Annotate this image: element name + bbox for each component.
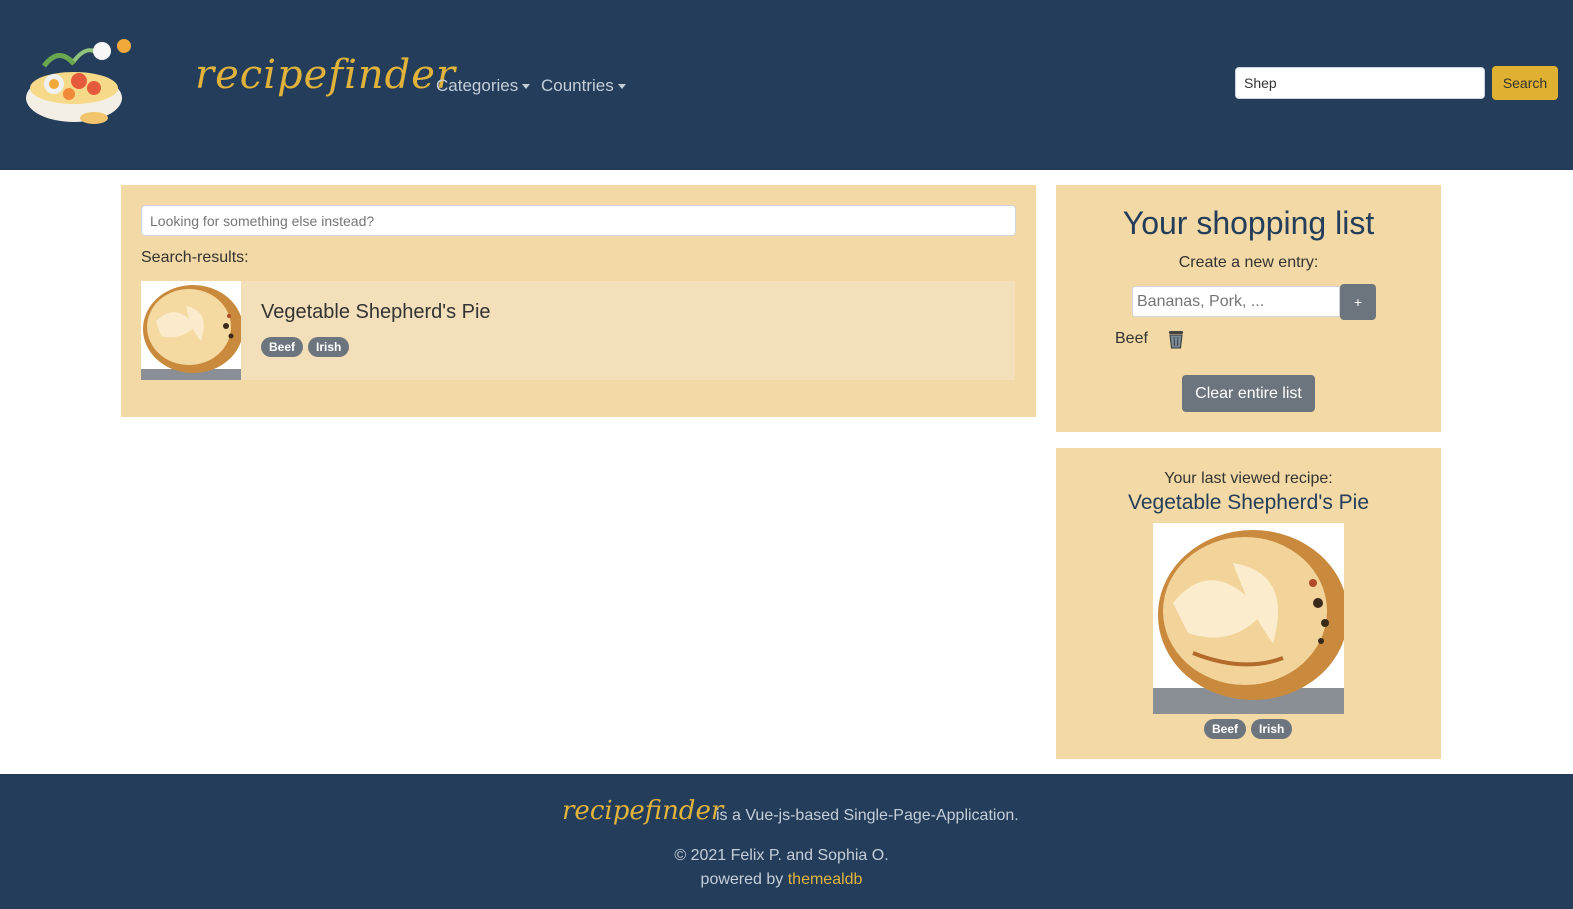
header: recipefinder Categories Countries Search: [0, 0, 1573, 170]
tag-badge: Irish: [308, 337, 350, 357]
last-viewed-recipe-image[interactable]: [1153, 523, 1344, 714]
caret-down-icon: [617, 84, 626, 90]
brand-logo-text[interactable]: recipefinder: [195, 52, 456, 98]
footer-powered-by: powered by themealdb: [0, 871, 1563, 889]
search-results-label: Search-results:: [141, 249, 249, 266]
tag-badge: Beef: [261, 337, 304, 357]
last-viewed-title[interactable]: Vegetable Shepherd's Pie: [1056, 491, 1441, 515]
nav-countries-dropdown[interactable]: Countries: [541, 76, 626, 96]
shopping-list-panel: Your shopping list Create a new entry: +…: [1056, 185, 1441, 432]
alternative-search-input[interactable]: [141, 205, 1016, 236]
result-title: Vegetable Shepherd's Pie: [261, 301, 491, 323]
clear-list-button[interactable]: Clear entire list: [1182, 375, 1315, 412]
shopping-list-title: Your shopping list: [1122, 205, 1375, 241]
nav-countries-label: Countries: [541, 76, 614, 95]
nav-categories-dropdown[interactable]: Categories: [436, 76, 531, 96]
caret-down-icon: [522, 84, 531, 90]
trash-icon[interactable]: [1167, 329, 1185, 349]
add-entry-button[interactable]: +: [1340, 284, 1376, 320]
result-tags: Beef Irish: [261, 337, 350, 357]
nav-categories-label: Categories: [436, 76, 519, 95]
footer-description: is a Vue-js-based Single-Page-Applicatio…: [716, 807, 1019, 824]
tag-badge: Irish: [1251, 719, 1293, 739]
themealdb-link[interactable]: themealdb: [788, 871, 863, 888]
last-viewed-tags: Beef Irish: [1204, 719, 1293, 739]
new-entry-input[interactable]: [1132, 286, 1340, 317]
footer-copyright: © 2021 Felix P. and Sophia O.: [674, 847, 889, 864]
shopping-list-item: Beef: [1115, 330, 1148, 347]
search-results-panel: Search-results: Vegetable Shepherd's Pie…: [121, 185, 1036, 417]
footer: recipefinder is a Vue-js-based Single-Pa…: [0, 774, 1573, 909]
footer-brand: recipefinder: [562, 796, 724, 826]
last-viewed-label: Your last viewed recipe:: [1164, 470, 1333, 487]
last-viewed-panel: Your last viewed recipe: Vegetable Sheph…: [1056, 448, 1441, 759]
tag-badge: Beef: [1204, 719, 1247, 739]
salad-bowl-logo-icon[interactable]: [24, 36, 136, 128]
recipe-thumbnail-image: [141, 281, 241, 380]
powered-by-text: powered by: [700, 871, 784, 888]
result-card[interactable]: Vegetable Shepherd's Pie Beef Irish: [141, 281, 1015, 380]
header-search-input[interactable]: [1235, 67, 1485, 99]
shopping-list-subtitle: Create a new entry:: [1178, 254, 1319, 271]
search-button[interactable]: Search: [1492, 66, 1558, 100]
